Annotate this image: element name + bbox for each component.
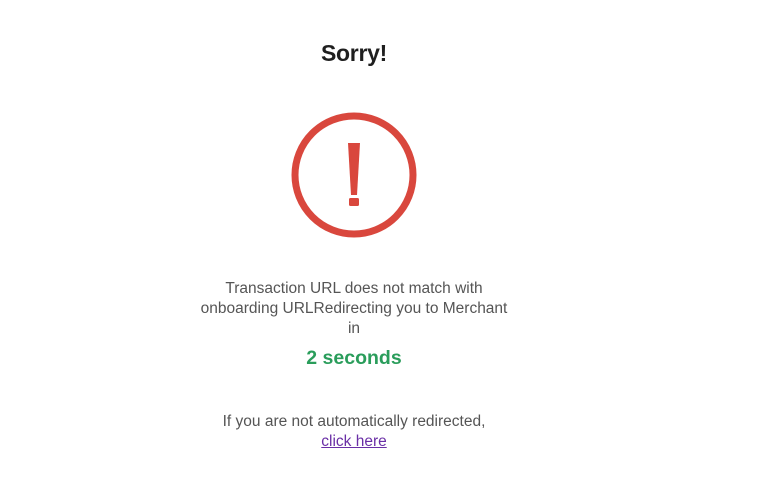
click-here-link[interactable]: click here (321, 433, 386, 450)
error-page: Sorry! Transaction URL does not match wi… (0, 0, 708, 483)
redirect-countdown: 2 seconds (306, 347, 402, 369)
exclamation-circle-icon (289, 110, 419, 240)
page-title: Sorry! (321, 40, 387, 66)
redirect-note-text: If you are not automatically redirected, (222, 413, 486, 430)
redirect-note: If you are not automatically redirected,… (214, 412, 494, 452)
error-message: Transaction URL does not match with onbo… (200, 280, 508, 337)
